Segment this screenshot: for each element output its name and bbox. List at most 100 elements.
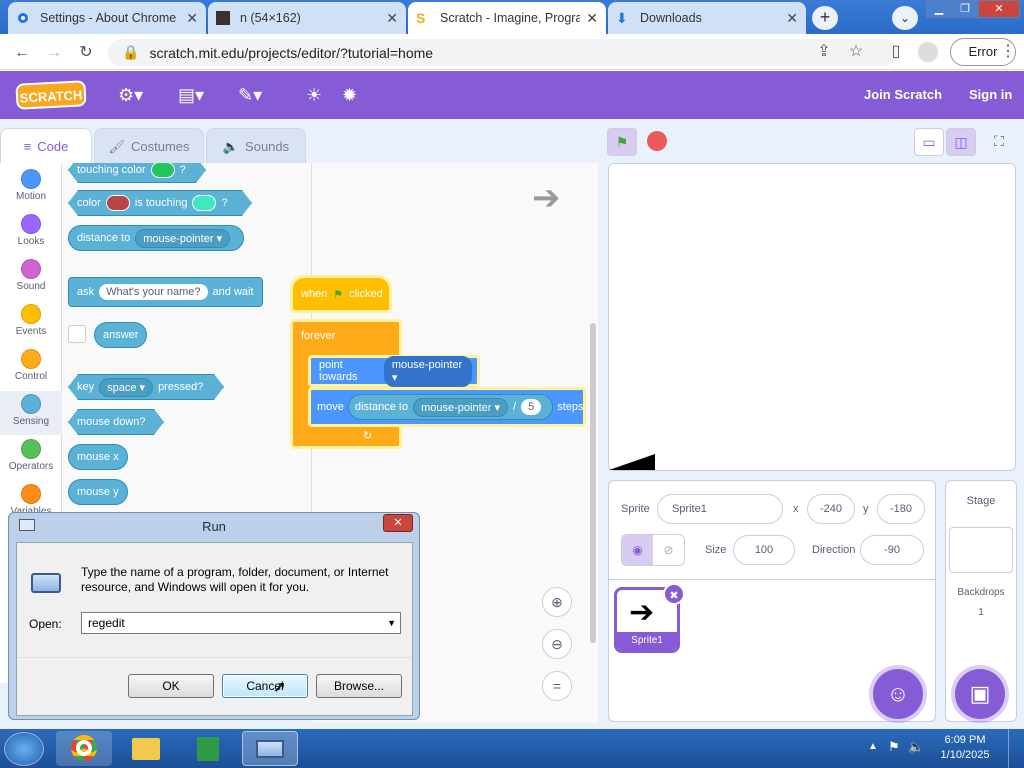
y-input[interactable]: -180	[877, 494, 925, 524]
block-move-steps[interactable]: move distance to mouse-pointer ▾ / 5 ste…	[308, 387, 586, 427]
tab-scratch[interactable]: S Scratch - Imagine, Progra ✕	[408, 2, 606, 34]
zoom-out-icon[interactable]: ⊖	[542, 629, 572, 659]
delete-trash-icon[interactable]: ✖	[663, 583, 685, 605]
forward-icon[interactable]: →	[44, 43, 64, 63]
tab-code[interactable]: ≡ Code	[0, 128, 92, 164]
direction-input[interactable]: -90	[860, 535, 924, 565]
category-control[interactable]: Control	[0, 349, 62, 382]
ok-button[interactable]: OK	[128, 674, 214, 698]
tab-image[interactable]: n (54×162) ✕	[208, 2, 406, 34]
answer-checkbox[interactable]	[68, 325, 86, 343]
tab-sounds[interactable]: 🔈 Sounds	[206, 128, 306, 164]
category-looks[interactable]: Looks	[0, 214, 62, 247]
block-color-is-touching[interactable]: color is touching ?	[68, 190, 252, 216]
fullscreen-icon[interactable]: ⛶	[984, 128, 1014, 156]
category-sensing[interactable]: Sensing	[0, 391, 62, 435]
dropdown-arrow-icon[interactable]: ▼	[387, 613, 396, 633]
sign-in-link[interactable]: Sign in	[969, 87, 1012, 102]
run-taskbar-icon[interactable]	[242, 731, 298, 766]
size-input[interactable]: 100	[733, 535, 795, 565]
stage-selector-panel[interactable]: Stage Backdrops 1 ▣	[945, 480, 1017, 722]
stage-canvas[interactable]	[608, 163, 1016, 471]
chrome-menu-icon[interactable]: ⋮	[1000, 42, 1016, 62]
maximize-button[interactable]: ❐	[952, 0, 978, 18]
tab-costumes[interactable]: 🖌 Costumes	[94, 128, 204, 164]
block-answer[interactable]: answer	[94, 322, 148, 348]
tutorials-lightbulb-icon[interactable]: ☀	[306, 85, 322, 106]
add-backdrop-icon[interactable]: ▣	[955, 669, 1005, 719]
block-mouse-x[interactable]: mouse x	[68, 444, 128, 470]
x-input[interactable]: -240	[807, 494, 855, 524]
hide-eye-icon[interactable]: ⊘	[653, 535, 684, 565]
tab-search-button[interactable]: ⌄	[892, 6, 918, 30]
ask-input[interactable]: What's your name?	[99, 284, 208, 300]
color-swatch[interactable]	[106, 195, 130, 211]
bookmark-star-icon[interactable]: ☆	[846, 42, 866, 62]
share-icon[interactable]: ⇪	[814, 42, 834, 62]
close-icon[interactable]: ✕	[386, 10, 398, 27]
network-icon[interactable]: ⚑	[888, 739, 900, 755]
window-close-button[interactable]: ✕	[978, 0, 1020, 18]
block-key-pressed[interactable]: key space ▾ pressed?	[68, 374, 224, 400]
open-combobox[interactable]: regedit ▼	[81, 612, 401, 634]
large-stage-button[interactable]: ◫	[946, 128, 976, 156]
profile-avatar-icon[interactable]	[918, 42, 938, 62]
block-when-flag-clicked[interactable]: when ⚑ clicked	[290, 275, 392, 313]
block-distance-to[interactable]: distance to mouse-pointer ▾	[68, 225, 245, 251]
category-sound[interactable]: Sound	[0, 259, 62, 292]
tab-downloads[interactable]: ⬇ Downloads ✕	[608, 2, 806, 34]
block-point-towards[interactable]: point towards mouse-pointer ▾	[308, 355, 480, 387]
address-bar[interactable]: 🔒 scratch.mit.edu/projects/editor/?tutor…	[108, 39, 898, 66]
new-tab-button[interactable]: +	[812, 6, 838, 30]
tab-settings[interactable]: Settings - About Chrome ✕	[8, 2, 206, 34]
settings-gear-icon[interactable]: ⚙▾	[118, 85, 143, 106]
key-dropdown[interactable]: space ▾	[99, 378, 153, 397]
reload-icon[interactable]: ↻	[76, 43, 96, 63]
small-stage-button[interactable]: ▭	[914, 128, 944, 156]
sprite-name-input[interactable]: Sprite1	[657, 494, 783, 524]
stop-button[interactable]	[642, 128, 672, 156]
start-button[interactable]	[4, 732, 44, 766]
workspace-scrollbar[interactable]	[590, 323, 596, 643]
taskbar-clock[interactable]: 6:09 PM 1/10/2025	[930, 733, 1000, 763]
chrome-taskbar-icon[interactable]	[56, 731, 112, 766]
block-ask-and-wait[interactable]: ask What's your name? and wait	[68, 277, 263, 307]
category-motion[interactable]: Motion	[0, 169, 62, 202]
block-mouse-down[interactable]: mouse down?	[68, 409, 164, 435]
volume-icon[interactable]: 🔈	[908, 739, 924, 755]
block-distance-to-nested[interactable]: distance to mouse-pointer ▾ / 5	[347, 394, 554, 420]
zoom-reset-button[interactable]: =	[542, 671, 572, 701]
green-flag-button[interactable]: ⚑	[607, 128, 637, 156]
block-touching-color[interactable]: touching color ?	[68, 163, 206, 183]
tray-chevron-icon[interactable]: ▲	[868, 741, 878, 752]
minimize-button[interactable]: ▁	[926, 0, 952, 18]
sprite-on-stage[interactable]	[609, 454, 655, 470]
edit-menu-icon[interactable]: ✎▾	[238, 85, 262, 106]
distance-dropdown[interactable]: mouse-pointer ▾	[135, 228, 231, 248]
close-icon[interactable]: ✕	[586, 10, 598, 27]
close-icon[interactable]: ✕	[786, 10, 798, 27]
category-events[interactable]: Events	[0, 304, 62, 337]
file-menu-icon[interactable]: ▤▾	[178, 85, 204, 106]
scratch-logo[interactable]: SCRATCH	[15, 80, 87, 110]
distance-dropdown[interactable]: mouse-pointer ▾	[413, 397, 509, 417]
stage-thumbnail[interactable]	[949, 527, 1013, 573]
show-desktop-button[interactable]	[1008, 729, 1024, 768]
file-explorer-taskbar-icon[interactable]	[118, 731, 174, 766]
show-eye-icon[interactable]: ◉	[622, 535, 653, 565]
category-operators[interactable]: Operators	[0, 439, 62, 472]
divisor-input[interactable]: 5	[521, 399, 542, 415]
color-swatch[interactable]	[151, 163, 175, 178]
debug-bug-icon[interactable]: ✹	[342, 85, 357, 106]
cancel-button[interactable]: Cancel	[222, 674, 308, 698]
join-scratch-link[interactable]: Join Scratch	[864, 87, 942, 102]
dialog-close-button[interactable]: ✕	[383, 514, 413, 532]
store-taskbar-icon[interactable]	[180, 731, 236, 766]
block-mouse-y[interactable]: mouse y	[68, 479, 128, 505]
back-icon[interactable]: ←	[12, 43, 32, 63]
point-towards-dropdown[interactable]: mouse-pointer ▾	[383, 355, 472, 387]
side-panel-icon[interactable]: ▯	[886, 42, 906, 62]
zoom-in-icon[interactable]: ⊕	[542, 587, 572, 617]
add-sprite-cat-icon[interactable]: ☺	[873, 669, 923, 719]
browse-button[interactable]: Browse...	[316, 674, 402, 698]
